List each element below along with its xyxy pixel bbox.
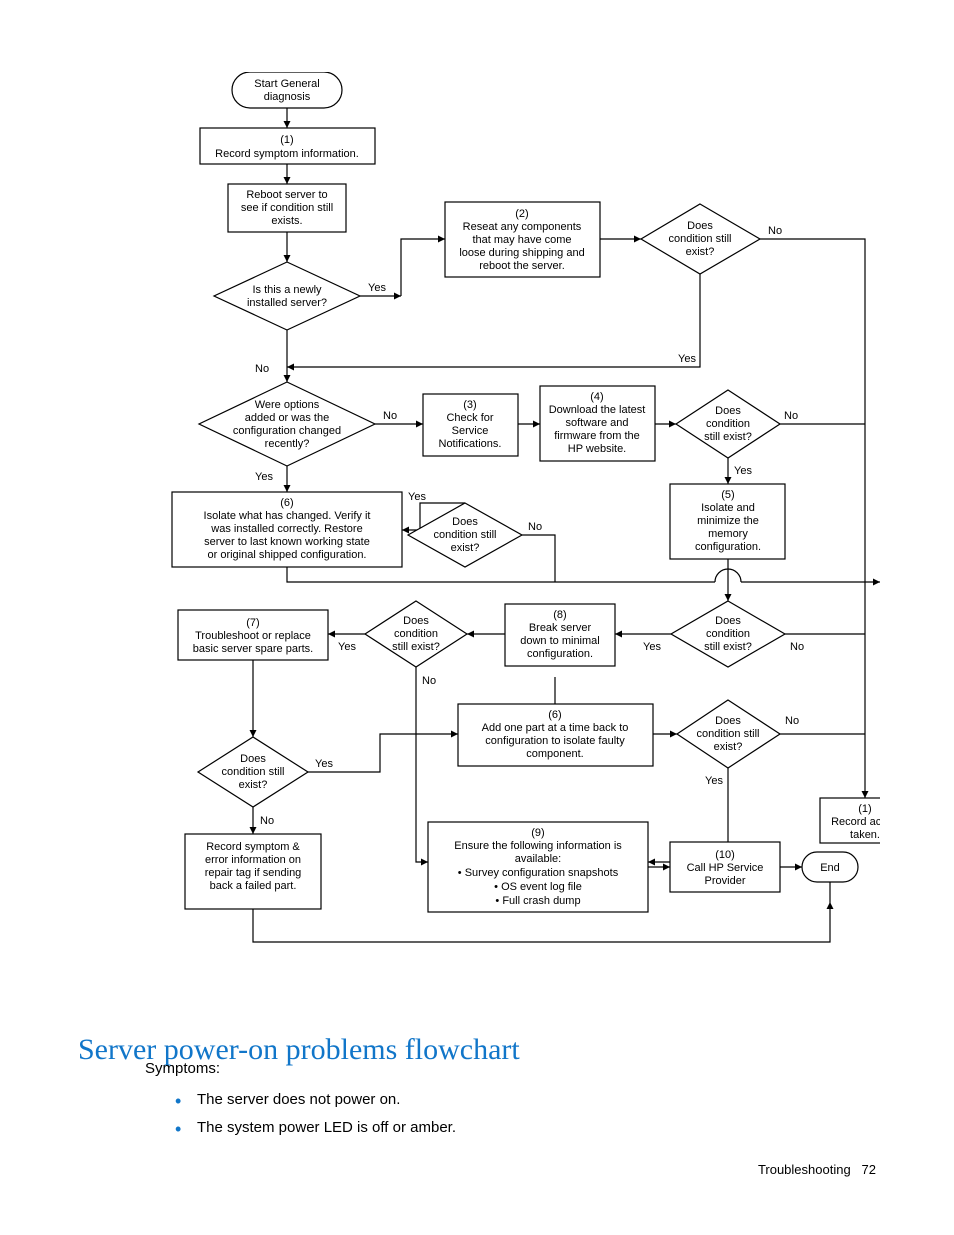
svg-text:No: No <box>422 675 436 687</box>
svg-text:No: No <box>785 715 799 727</box>
svg-text:Yes: Yes <box>315 758 333 770</box>
svg-text:End: End <box>820 862 840 874</box>
svg-text:Yes: Yes <box>678 353 696 365</box>
svg-text:Yes: Yes <box>338 641 356 653</box>
svg-text:No: No <box>784 410 798 422</box>
svg-text:No: No <box>768 225 782 237</box>
svg-text:Yes: Yes <box>705 775 723 787</box>
svg-text:No: No <box>383 410 397 422</box>
svg-text:Is this a newlyinstalled serve: Is this a newlyinstalled server? <box>247 284 327 309</box>
body-text: Symptoms: The server does not power on. … <box>145 1058 456 1146</box>
svg-text:Yes: Yes <box>368 282 386 294</box>
svg-text:Yes: Yes <box>255 471 273 483</box>
svg-text:• OS event log file: • OS event log file <box>494 881 582 893</box>
symptom-item: The system power LED is off or amber. <box>175 1117 456 1140</box>
svg-text:Yes: Yes <box>643 641 661 653</box>
page-footer: Troubleshooting 72 <box>758 1162 876 1177</box>
footer-section: Troubleshooting <box>758 1162 851 1177</box>
svg-text:Start Generaldiagnosis: Start Generaldiagnosis <box>254 78 319 103</box>
flowchart-diagram: Start Generaldiagnosis (1)Record symptom… <box>160 72 880 982</box>
svg-text:Yes: Yes <box>408 491 426 503</box>
svg-text:No: No <box>260 815 274 827</box>
footer-page: 72 <box>862 1162 876 1177</box>
svg-text:No: No <box>790 641 804 653</box>
svg-text:Record symptom &error informat: Record symptom &error information onrepa… <box>205 841 302 892</box>
symptom-item: The server does not power on. <box>175 1089 456 1112</box>
svg-text:No: No <box>255 363 269 375</box>
svg-text:Yes: Yes <box>734 465 752 477</box>
svg-text:• Full crash dump: • Full crash dump <box>495 895 580 907</box>
svg-text:No: No <box>528 521 542 533</box>
decision-options <box>199 382 375 466</box>
symptoms-label: Symptoms: <box>145 1058 456 1081</box>
svg-text:• Survey configuration snapsho: • Survey configuration snapshots <box>458 867 619 879</box>
decision-newly-installed <box>214 262 360 330</box>
